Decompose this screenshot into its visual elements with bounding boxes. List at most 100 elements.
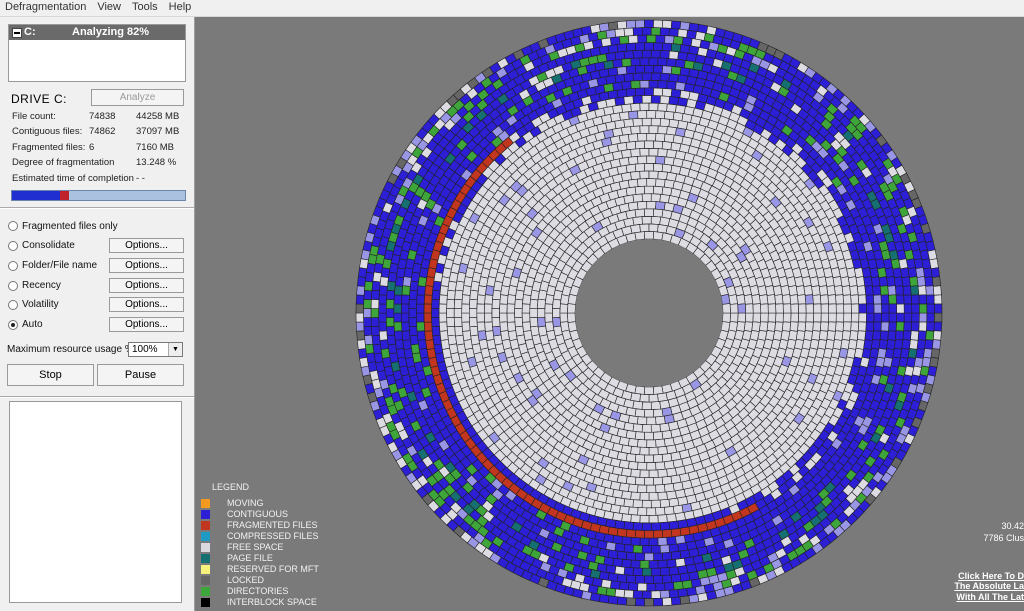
cluster-block	[636, 200, 648, 210]
cluster-block	[616, 527, 628, 538]
cluster-block	[632, 590, 643, 599]
cluster-block	[627, 156, 639, 166]
cluster-block	[607, 572, 619, 582]
cluster-block	[363, 325, 373, 337]
cluster-block	[873, 303, 882, 314]
cluster-block	[616, 43, 628, 53]
cluster-block	[650, 27, 661, 36]
cluster-block	[639, 57, 650, 66]
cluster-block	[370, 298, 380, 309]
cluster-block	[641, 117, 652, 127]
cluster-block	[880, 294, 890, 305]
legend-swatch	[201, 576, 210, 585]
cluster-block	[826, 330, 836, 341]
cluster-block	[462, 285, 472, 296]
cluster-block	[668, 96, 680, 106]
cluster-block	[664, 505, 675, 516]
cluster-block	[834, 330, 844, 341]
cluster-block	[552, 298, 562, 310]
cluster-block	[625, 141, 637, 151]
cluster-block	[872, 321, 882, 332]
cluster-block	[431, 325, 441, 337]
cluster-block	[670, 596, 682, 606]
cluster-block	[646, 507, 657, 516]
cluster-block	[650, 567, 661, 577]
cluster-block	[677, 587, 688, 598]
cluster-block	[650, 216, 662, 225]
cluster-block	[812, 321, 822, 332]
cluster-block	[857, 294, 867, 305]
cluster-block	[632, 216, 643, 226]
cluster-block	[506, 321, 517, 332]
cluster-block	[522, 321, 532, 332]
cluster-block	[431, 317, 440, 328]
cluster-block	[370, 317, 380, 328]
cluster-block	[355, 294, 365, 305]
cluster-block	[644, 87, 654, 96]
cluster-block	[634, 385, 646, 395]
cluster-block	[529, 308, 538, 318]
cluster-block	[863, 339, 873, 350]
cluster-block	[559, 303, 569, 314]
cluster-block	[378, 303, 387, 314]
cluster-block	[873, 312, 882, 323]
cluster-block	[760, 303, 769, 314]
cluster-block	[468, 317, 478, 328]
cluster-block	[679, 44, 691, 54]
cluster-block	[385, 317, 395, 328]
cluster-block	[639, 393, 650, 403]
cluster-block	[641, 72, 652, 81]
legend-swatch	[201, 499, 210, 508]
cluster-block	[634, 163, 645, 172]
cluster-block	[641, 401, 652, 410]
cluster-block	[661, 452, 673, 463]
legend-title: LEGEND	[212, 482, 250, 492]
cluster-block	[424, 285, 434, 296]
cluster-block	[661, 19, 673, 29]
promo-link-1[interactable]: Click Here To D	[958, 571, 1024, 581]
cluster-block	[491, 298, 501, 309]
cluster-block	[630, 514, 641, 524]
cluster-block	[355, 312, 365, 323]
cluster-block	[623, 566, 634, 576]
cluster-block	[529, 298, 539, 310]
cluster-block	[797, 321, 807, 332]
cluster-block	[639, 469, 650, 478]
cluster-block	[521, 303, 531, 314]
cluster-block	[865, 294, 875, 305]
cluster-block	[675, 557, 686, 568]
cluster-block	[355, 321, 365, 332]
legend-label: FREE SPACE	[227, 542, 284, 552]
cluster-block	[632, 72, 643, 82]
cluster-block	[641, 590, 652, 599]
cluster-block	[646, 583, 657, 592]
cluster-block	[438, 294, 448, 305]
cluster-block	[655, 178, 666, 188]
cluster-block	[835, 303, 845, 314]
cluster-block	[659, 567, 670, 576]
cluster-block	[646, 132, 657, 142]
cluster-block	[639, 446, 650, 456]
cluster-block	[356, 276, 367, 287]
cluster-block	[559, 312, 569, 323]
cluster-block	[643, 208, 655, 217]
cluster-block	[634, 87, 645, 97]
cluster-block	[402, 339, 412, 350]
cluster-block	[355, 303, 365, 314]
cluster-block	[632, 423, 643, 433]
promo-link-2[interactable]: The Absolute La	[954, 581, 1024, 591]
cluster-block	[659, 50, 670, 59]
cluster-block	[364, 334, 374, 346]
cluster-block	[812, 294, 822, 305]
cluster-block	[630, 125, 641, 135]
cluster-block	[655, 461, 666, 471]
cluster-block	[644, 454, 654, 463]
cluster-block	[484, 312, 493, 323]
cluster-block	[648, 537, 659, 546]
cluster-block	[643, 386, 655, 395]
cluster-block	[394, 330, 404, 341]
cluster-block	[552, 307, 561, 319]
cluster-block	[370, 308, 379, 318]
promo-link-3[interactable]: With All The Lat	[956, 592, 1024, 602]
cluster-block	[632, 117, 643, 127]
